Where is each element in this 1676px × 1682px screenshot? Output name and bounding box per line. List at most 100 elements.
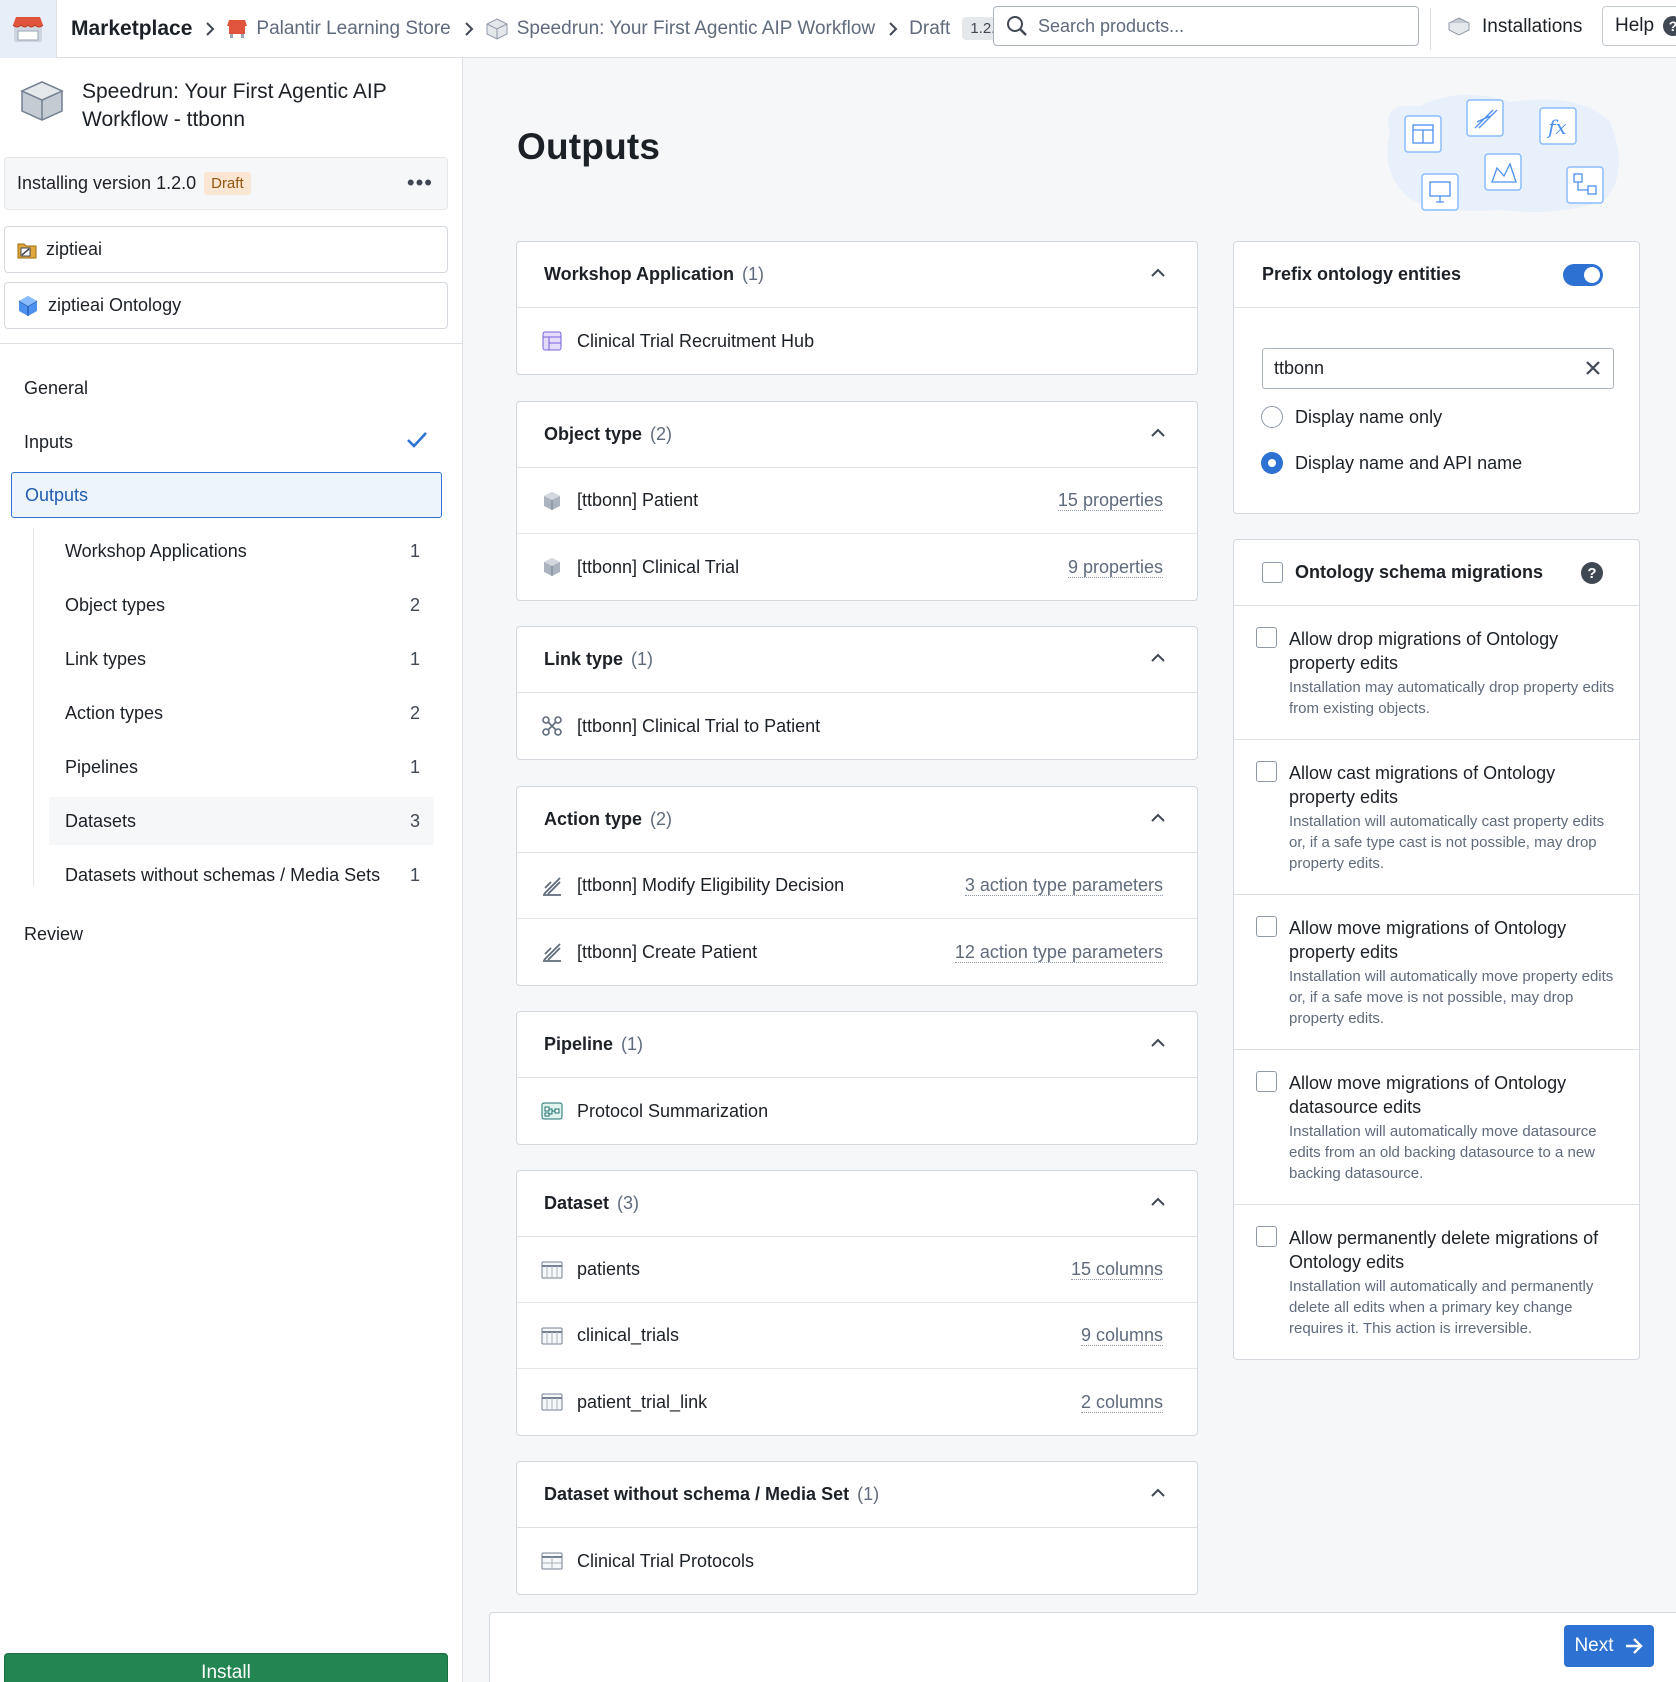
- output-row[interactable]: clinical_trials 9 columns: [517, 1303, 1197, 1369]
- sub-nav-item[interactable]: Datasets without schemas / Media Sets 1: [49, 851, 434, 899]
- sub-nav-item[interactable]: Datasets 3: [49, 797, 434, 845]
- parameters-link[interactable]: 3 action type parameters: [964, 875, 1163, 896]
- columns-link[interactable]: 15 columns: [1070, 1259, 1163, 1280]
- section-count: (1): [857, 1484, 880, 1504]
- sub-nav-item[interactable]: Action types 2: [49, 689, 434, 737]
- nav-outputs-label: Outputs: [25, 484, 89, 505]
- chevron-up-icon[interactable]: [1151, 268, 1165, 278]
- help-icon: ?: [1663, 16, 1676, 36]
- columns-link[interactable]: 2 columns: [1080, 1392, 1163, 1413]
- section-header[interactable]: Pipeline (1): [517, 1012, 1197, 1078]
- output-label: Clinical Trial Recruitment Hub: [577, 330, 815, 351]
- next-button[interactable]: Next: [1564, 1625, 1654, 1667]
- radio-display-and-api-name[interactable]: Display name and API name: [1261, 452, 1522, 474]
- product-box-icon: [485, 17, 509, 41]
- properties-link[interactable]: 9 properties: [1067, 557, 1163, 578]
- migrations-title: Ontology schema migrations: [1295, 562, 1544, 582]
- section-header[interactable]: Dataset (3): [517, 1171, 1197, 1237]
- check-icon: [407, 432, 427, 448]
- nav-review[interactable]: Review: [24, 924, 83, 945]
- marketplace-logo[interactable]: [0, 0, 57, 58]
- output-row[interactable]: Clinical Trial Recruitment Hub: [517, 308, 1197, 374]
- breadcrumb-product[interactable]: Speedrun: Your First Agentic AIP Workflo…: [517, 18, 875, 40]
- properties-link[interactable]: 15 properties: [1057, 490, 1163, 511]
- migration-option[interactable]: Allow move migrations of Ontology dataso…: [1234, 1050, 1639, 1205]
- output-label: [ttbonn] Clinical Trial: [577, 556, 740, 577]
- migration-title: Allow move migrations of Ontology dataso…: [1289, 1073, 1567, 1117]
- more-options-button[interactable]: •••: [407, 170, 433, 196]
- section-header[interactable]: Dataset without schema / Media Set (1): [517, 1462, 1197, 1528]
- dataset-table-icon: [541, 1391, 563, 1413]
- migration-checkbox[interactable]: [1256, 1071, 1277, 1092]
- output-row[interactable]: Clinical Trial Protocols: [517, 1528, 1197, 1594]
- chevron-up-icon[interactable]: [1151, 428, 1165, 438]
- columns-link[interactable]: 9 columns: [1080, 1325, 1163, 1346]
- prefix-header: Prefix ontology entities: [1234, 242, 1639, 308]
- chevron-up-icon[interactable]: [1151, 1488, 1165, 1498]
- migration-option[interactable]: Allow drop migrations of Ontology proper…: [1234, 606, 1639, 740]
- output-row[interactable]: patients 15 columns: [517, 1237, 1197, 1303]
- migration-checkbox[interactable]: [1256, 627, 1277, 648]
- sub-nav-item[interactable]: Workshop Applications 1: [49, 527, 434, 575]
- prefix-input[interactable]: ttbonn: [1262, 348, 1614, 389]
- breadcrumb-draft[interactable]: Draft: [909, 18, 950, 40]
- chevron-up-icon[interactable]: [1151, 813, 1165, 823]
- output-row[interactable]: [ttbonn] Clinical Trial 9 properties: [517, 534, 1197, 600]
- install-button[interactable]: Install: [4, 1653, 448, 1682]
- installations-button[interactable]: Installations: [1448, 8, 1582, 46]
- output-row[interactable]: [ttbonn] Patient 15 properties: [517, 468, 1197, 534]
- section-header[interactable]: Object type (2): [517, 402, 1197, 468]
- migration-checkbox[interactable]: [1256, 1226, 1277, 1247]
- output-row[interactable]: patient_trial_link 2 columns: [517, 1369, 1197, 1435]
- nav-inputs[interactable]: Inputs: [24, 432, 73, 453]
- sub-nav-item[interactable]: Object types 2: [49, 581, 434, 629]
- installations-icon: [1448, 17, 1470, 36]
- breadcrumb-marketplace[interactable]: Marketplace: [71, 17, 192, 41]
- breadcrumb-store[interactable]: Palantir Learning Store: [256, 18, 450, 40]
- section-header[interactable]: Action type (2): [517, 787, 1197, 853]
- radio-button[interactable]: [1261, 406, 1283, 428]
- link-type-section: Link type (1) [ttbonn] Clinical Trial to …: [516, 626, 1198, 760]
- sub-nav-item[interactable]: Pipelines 1: [49, 743, 434, 791]
- section-header[interactable]: Link type (1): [517, 627, 1197, 693]
- top-bar: Marketplace Palantir Learning Store Spee…: [0, 0, 1676, 58]
- section-title: Pipeline: [544, 1034, 614, 1054]
- help-button[interactable]: Help ?: [1602, 6, 1676, 46]
- output-row[interactable]: [ttbonn] Create Patient 12 action type p…: [517, 919, 1197, 985]
- object-cube-icon: [541, 556, 563, 578]
- migration-option[interactable]: Allow cast migrations of Ontology proper…: [1234, 740, 1639, 895]
- output-row[interactable]: Protocol Summarization: [517, 1078, 1197, 1144]
- sub-nav-count: 2: [409, 594, 420, 615]
- radio-button-selected[interactable]: [1261, 452, 1283, 474]
- output-row[interactable]: [ttbonn] Modify Eligibility Decision 3 a…: [517, 853, 1197, 919]
- help-icon[interactable]: ?: [1581, 562, 1603, 584]
- radio-display-name-only[interactable]: Display name only: [1261, 406, 1442, 428]
- search-input[interactable]: [1038, 15, 1398, 37]
- clear-icon[interactable]: [1583, 358, 1603, 378]
- migration-title: Allow permanently delete migrations of O…: [1289, 1228, 1599, 1272]
- migration-checkbox[interactable]: [1256, 916, 1277, 937]
- migration-checkbox[interactable]: [1256, 761, 1277, 782]
- prefix-toggle[interactable]: [1563, 264, 1603, 286]
- sub-nav-item[interactable]: Link types 1: [49, 635, 434, 683]
- output-row[interactable]: [ttbonn] Clinical Trial to Patient: [517, 693, 1197, 759]
- project-selector[interactable]: ziptieai: [4, 226, 448, 273]
- output-label: Clinical Trial Protocols: [577, 1550, 755, 1571]
- section-title: Action type: [544, 809, 643, 829]
- chevron-up-icon[interactable]: [1151, 1038, 1165, 1048]
- migrations-checkbox[interactable]: [1262, 562, 1283, 583]
- search-box[interactable]: [993, 6, 1419, 46]
- ontology-selector[interactable]: ziptieai Ontology: [4, 282, 448, 329]
- chevron-up-icon[interactable]: [1151, 1197, 1165, 1207]
- output-label: [ttbonn] Patient: [577, 490, 699, 510]
- workshop-app-icon: [541, 330, 563, 352]
- migration-option[interactable]: Allow permanently delete migrations of O…: [1234, 1205, 1639, 1359]
- migration-option[interactable]: Allow move migrations of Ontology proper…: [1234, 895, 1639, 1050]
- nav-outputs[interactable]: Outputs: [11, 472, 442, 518]
- migration-description: Installation will automatically and perm…: [1289, 1278, 1594, 1337]
- parameters-link[interactable]: 12 action type parameters: [954, 942, 1163, 963]
- section-count: (2): [650, 809, 673, 829]
- chevron-up-icon[interactable]: [1151, 653, 1165, 663]
- section-header[interactable]: Workshop Application (1): [517, 242, 1197, 308]
- nav-general[interactable]: General: [24, 378, 88, 399]
